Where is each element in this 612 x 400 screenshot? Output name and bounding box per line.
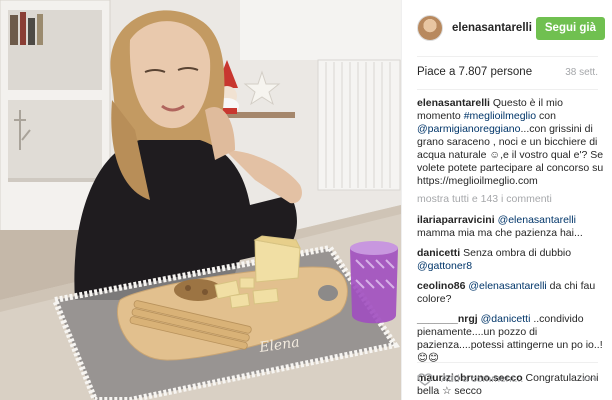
walnuts bbox=[174, 279, 222, 301]
header-username[interactable]: elenasantarelli bbox=[452, 22, 536, 34]
avatar[interactable] bbox=[417, 15, 443, 41]
show-all-comments-link[interactable]: mostra tutti e 143 i commenti bbox=[417, 193, 607, 206]
post-time[interactable]: 38 sett. bbox=[565, 67, 598, 78]
comments-list: elenasantarelli Questo è il mio momento … bbox=[417, 97, 607, 400]
comment-author[interactable]: ilariaparravicini bbox=[417, 214, 495, 226]
post-header: elenasantarelli Segui già bbox=[402, 0, 612, 56]
list-item: danicetti Senza ombra di dubbio @gattone… bbox=[417, 247, 607, 273]
add-comment-row: ••• bbox=[417, 364, 598, 394]
likes-row: Piace a 7.807 persone 38 sett. bbox=[417, 66, 598, 80]
comment-text: mamma mia ma che pazienza hai... bbox=[417, 227, 583, 239]
more-horizontal-icon[interactable]: ••• bbox=[582, 372, 598, 386]
comment-author[interactable]: ceolino86 bbox=[417, 280, 465, 292]
water-glass bbox=[350, 241, 398, 324]
mention-link[interactable]: @parmigianoreggiano bbox=[417, 123, 520, 135]
list-item: _______nrgj @danicetti ..condivido piena… bbox=[417, 313, 607, 365]
caption: elenasantarelli Questo è il mio momento … bbox=[417, 97, 604, 187]
header-divider bbox=[417, 56, 598, 57]
comment-author[interactable]: danicetti bbox=[417, 247, 460, 259]
mention-link[interactable]: @gattoner8 bbox=[417, 260, 472, 272]
mention-link[interactable]: @danicetti bbox=[481, 313, 531, 325]
radiator bbox=[317, 59, 401, 191]
following-button[interactable]: Segui già bbox=[535, 16, 605, 40]
list-item: ilariaparravicini @elenasantarelli mamma… bbox=[417, 214, 607, 240]
post-details-panel: elenasantarelli Segui già Piace a 7.807 … bbox=[401, 0, 612, 400]
add-comment-input[interactable] bbox=[441, 373, 581, 385]
mention-link[interactable]: @elenasantarelli bbox=[498, 214, 576, 226]
hashtag-link[interactable]: #meglioilmeglio bbox=[464, 110, 536, 122]
likes-divider bbox=[417, 89, 598, 90]
footer-divider bbox=[417, 362, 598, 363]
mention-link[interactable]: @elenasantarelli bbox=[468, 280, 546, 292]
post-photo[interactable]: Elena bbox=[0, 0, 401, 400]
photo-scene: Elena bbox=[0, 0, 401, 400]
comment-author[interactable]: _______nrgj bbox=[417, 313, 478, 325]
likes-count[interactable]: Piace a 7.807 persone bbox=[417, 66, 532, 78]
heart-outline-icon[interactable] bbox=[417, 371, 433, 387]
caption-author[interactable]: elenasantarelli bbox=[417, 97, 490, 109]
list-item: ceolino86 @elenasantarelli da chi fau co… bbox=[417, 280, 607, 306]
comment-text: Senza ombra di dubbio bbox=[460, 247, 572, 259]
